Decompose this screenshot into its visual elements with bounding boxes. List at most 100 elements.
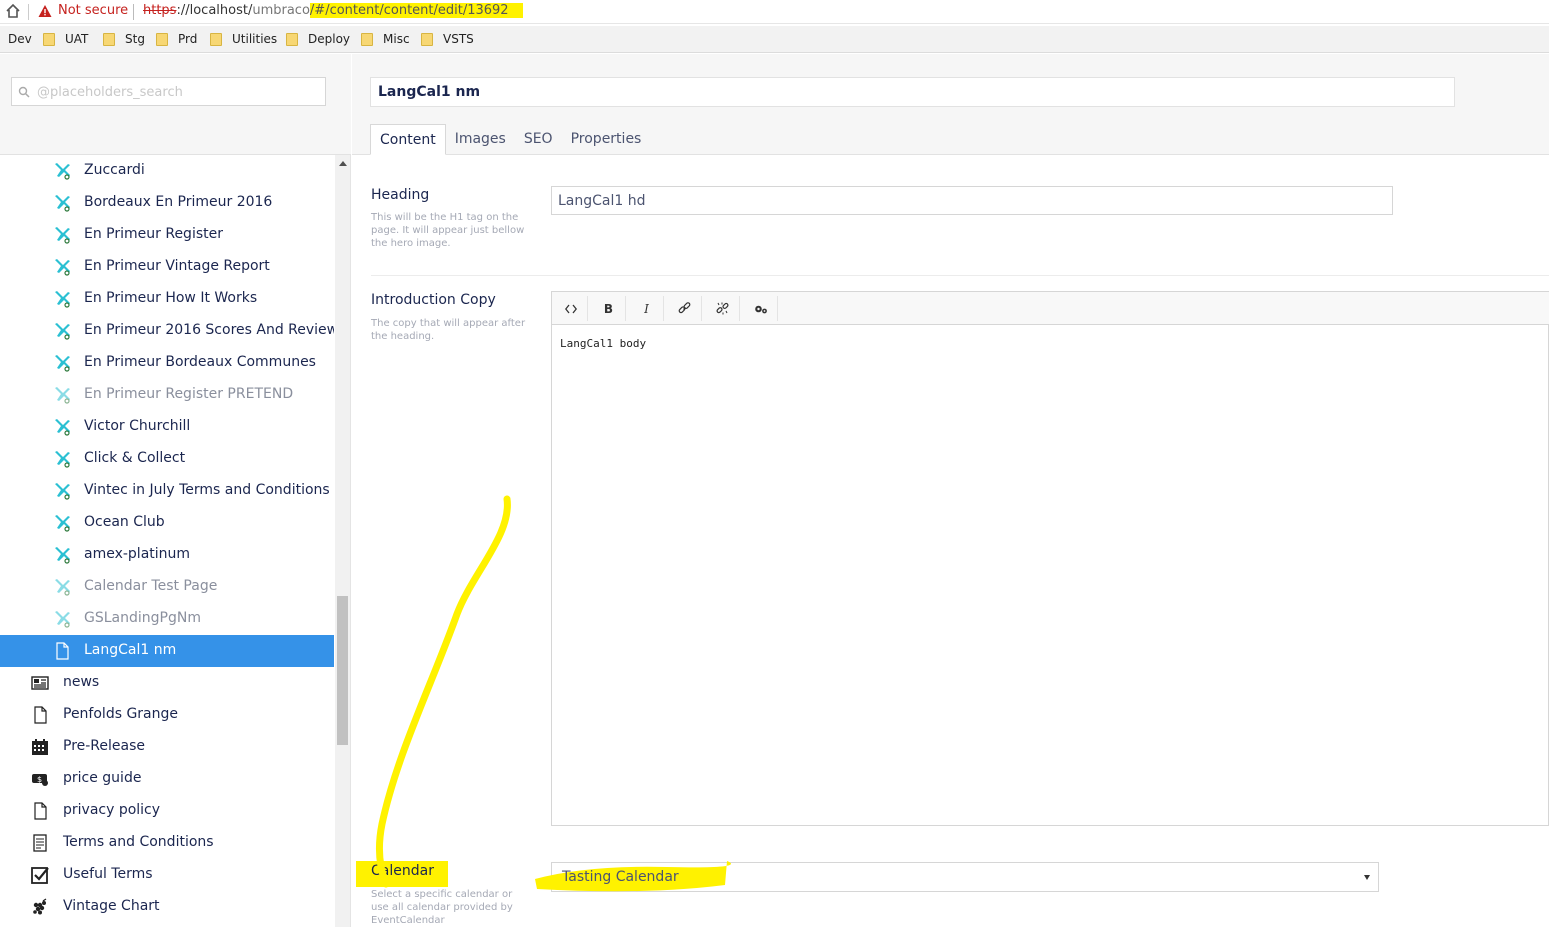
scroll-up-arrow-icon[interactable]	[339, 161, 347, 166]
link-icon[interactable]	[668, 296, 702, 321]
security-label[interactable]: Not secure	[58, 3, 128, 18]
tree-node[interactable]: En Primeur Register PRETEND	[0, 379, 334, 411]
tree-node-label: Zuccardi	[84, 162, 145, 178]
tab-content[interactable]: Content	[370, 124, 446, 155]
folder-icon	[103, 32, 115, 46]
scrollbar-thumb[interactable]	[337, 596, 348, 745]
tree-node[interactable]: En Primeur 2016 Scores And Reviews	[0, 315, 334, 347]
tree-node[interactable]: Terms and Conditions	[0, 827, 334, 859]
folder-icon	[210, 32, 222, 46]
plane-icon	[53, 546, 71, 564]
money-icon: $	[31, 770, 49, 788]
tree-node-label: En Primeur Register PRETEND	[84, 386, 294, 402]
bookmark-folder-utilities[interactable]: Utilities	[210, 32, 277, 46]
tree-node[interactable]: En Primeur How It Works	[0, 283, 334, 315]
tree-node-label: Victor Churchill	[84, 418, 191, 434]
unlink-icon[interactable]	[706, 296, 740, 321]
bookmark-folder-vsts[interactable]: VSTS	[421, 32, 474, 46]
tree-node[interactable]: Click & Collect	[0, 443, 334, 475]
tree-node[interactable]: En Primeur Register	[0, 219, 334, 251]
tree-node[interactable]: news	[0, 667, 334, 699]
tab-images[interactable]: Images	[446, 124, 515, 155]
tree-node[interactable]: Vintec in July Terms and Conditions	[0, 475, 334, 507]
tree-node[interactable]: Penfolds Grange	[0, 699, 334, 731]
tree-node-label: En Primeur Bordeaux Communes	[84, 354, 316, 370]
search-input[interactable]	[37, 82, 317, 102]
url-host: ://localhost/	[176, 3, 253, 18]
tree-node-label: GSLandingPgNm	[84, 610, 201, 626]
tree-node[interactable]: Calendar Test Page	[0, 571, 334, 603]
plane-icon	[53, 418, 71, 436]
bookmark-folder-stg[interactable]: Stg	[103, 32, 145, 46]
plane-icon	[53, 482, 71, 500]
tree-node-label: Terms and Conditions	[63, 834, 214, 850]
bold-icon[interactable]: B	[592, 296, 626, 321]
tree-node[interactable]: Zuccardi	[0, 155, 334, 187]
bookmark-label: Utilities	[232, 32, 278, 46]
url-hash: /#/content/content/edit/13692	[309, 3, 523, 18]
tree-node[interactable]: Victor Churchill	[0, 411, 334, 443]
content-tree: Zuccardi Bordeaux En Primeur 2016 En Prime…	[0, 155, 334, 927]
tree-node-label: Penfolds Grange	[63, 706, 179, 722]
folder-icon	[43, 32, 55, 46]
tree-node-label: price guide	[63, 770, 142, 786]
url-scheme: https	[143, 3, 177, 18]
tree-node[interactable]: Pre-Release	[0, 731, 334, 763]
document-icon	[31, 802, 49, 820]
tree-node[interactable]: $ price guide	[0, 763, 334, 795]
url-text[interactable]: https://localhost/umbraco/#/content/cont…	[143, 3, 523, 18]
tree-node-label: Vintage Chart	[63, 898, 160, 914]
checkbox-icon	[31, 866, 49, 884]
bookmark-dev[interactable]: Dev	[8, 32, 32, 46]
italic-icon[interactable]: I	[630, 296, 664, 321]
bookmark-label: Stg	[125, 32, 145, 46]
macro-icon[interactable]	[744, 296, 778, 321]
bookmark-label: VSTS	[443, 32, 474, 46]
tree-node[interactable]: En Primeur Bordeaux Communes	[0, 347, 334, 379]
tree-node[interactable]: GSLandingPgNm	[0, 603, 334, 635]
plane-icon	[53, 290, 71, 308]
editor-tabs: Content Images SEO Properties	[370, 124, 650, 156]
tree-node-label: Vintec in July Terms and Conditions	[84, 482, 330, 498]
tree-node[interactable]: En Primeur Vintage Report	[0, 251, 334, 283]
calendar-select[interactable]: Tasting Calendar	[535, 861, 1379, 892]
tree-node-label: Useful Terms	[63, 866, 153, 882]
tree-node[interactable]: Vintage Chart	[0, 891, 334, 923]
bookmark-folder-misc[interactable]: Misc	[361, 32, 410, 46]
tree-node[interactable]: Ocean Club	[0, 507, 334, 539]
warning-icon[interactable]	[38, 4, 52, 18]
bookmarks-bar: Dev UAT Stg Prd Utilities Deploy Misc VS…	[0, 26, 1549, 53]
plane-icon	[53, 162, 71, 180]
tree-node[interactable]: Useful Terms	[0, 859, 334, 891]
tree-node-label: En Primeur 2016 Scores And Reviews	[84, 322, 334, 338]
calendar-icon	[31, 738, 49, 756]
chevron-down-icon[interactable]	[1364, 875, 1370, 880]
tab-seo[interactable]: SEO	[515, 124, 562, 155]
heading-input[interactable]	[551, 186, 1393, 215]
tree-node[interactable]: LangCal1 nm	[0, 635, 334, 667]
tree-node[interactable]: privacy policy	[0, 795, 334, 827]
bookmark-folder-deploy[interactable]: Deploy	[286, 32, 350, 46]
tab-properties[interactable]: Properties	[562, 124, 651, 155]
content-editor: ContentImagesSEOProperties Heading This …	[352, 54, 1549, 927]
bookmark-folder-prd[interactable]: Prd	[156, 32, 197, 46]
tree-node[interactable]: amex-platinum	[0, 539, 334, 571]
home-icon[interactable]	[5, 3, 21, 19]
node-name-input[interactable]	[370, 77, 1455, 107]
tree-node-label: Bordeaux En Primeur 2016	[84, 194, 273, 210]
search-box[interactable]	[11, 77, 326, 106]
plane-icon	[53, 610, 71, 628]
tree-node-label: En Primeur How It Works	[84, 290, 258, 306]
intro-description: The copy that will appear after the head…	[371, 318, 526, 342]
sidebar-header	[0, 54, 351, 155]
tree-node[interactable]: Bordeaux En Primeur 2016	[0, 187, 334, 219]
code-icon[interactable]	[554, 296, 588, 321]
rich-text-editor[interactable]: B I LangCal1 body	[551, 291, 1549, 826]
address-bar[interactable]: Not secure https://localhost/umbraco/#/c…	[0, 0, 1549, 24]
annotation-stroke	[375, 495, 511, 888]
rte-content[interactable]: LangCal1 body	[560, 337, 646, 350]
bookmark-folder-uat[interactable]: UAT	[43, 32, 88, 46]
intro-label: Introduction Copy	[371, 292, 496, 308]
tree-scrollbar[interactable]	[335, 155, 350, 927]
tree-node-label: En Primeur Register	[84, 226, 223, 242]
